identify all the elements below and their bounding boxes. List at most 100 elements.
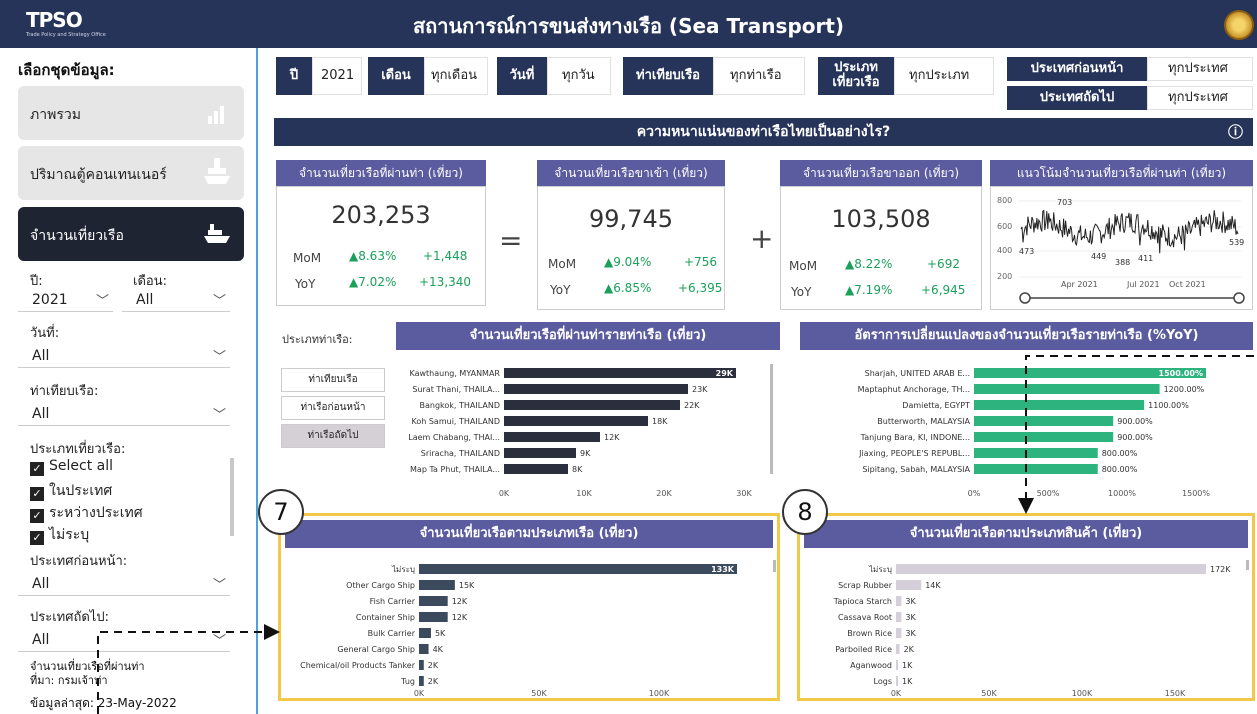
bar-category-label: Aganwood: [850, 661, 892, 670]
equals-sign: =: [499, 224, 523, 257]
next-country-dropdown[interactable]: All ﹀: [18, 628, 230, 652]
bar: [896, 596, 902, 606]
bar-category-label: Scrap Rubber: [838, 581, 893, 590]
nav-overview-button[interactable]: ภาพรวม: [18, 86, 244, 140]
month-dropdown[interactable]: All ﹀: [122, 288, 230, 312]
bar-value-label: 18K: [652, 417, 668, 426]
next-country-dropdown-value: All: [32, 632, 50, 648]
bar-value-label: 12K: [452, 613, 468, 622]
trend-annotation: 473: [1019, 247, 1034, 256]
x-tick-label: 150K: [1165, 689, 1186, 698]
bar-value-label: 3K: [905, 613, 916, 622]
year-dropdown[interactable]: 2021 ﹀: [18, 288, 113, 312]
trip-type-option-domestic[interactable]: ✓ ในประเทศ: [30, 480, 112, 502]
sidebar-heading: เลือกชุดข้อมูล:: [18, 61, 115, 79]
bar: [419, 644, 429, 654]
filter-port-value[interactable]: ทุกท่าเรือ: [713, 57, 805, 95]
kpi-total-card: 203,253 MoM ▲8.63% +1,448 YoY ▲7.02% +13…: [276, 186, 486, 306]
x-tick-label: 50K: [981, 689, 997, 698]
x-tick-label: 100K: [1072, 689, 1093, 698]
x-tick-label: 0K: [414, 689, 425, 698]
checkbox-checked-icon: ✓: [30, 509, 44, 523]
bar-category-label: Jiaxing, PEOPLE'S REPUBL...: [858, 449, 970, 458]
trend-card: 800 600 400 200 703 473 449 388 411 539 …: [990, 186, 1253, 310]
chart-cargo-type: ไม่ระบุ 172K Scrap Rubber 14K Tapioca Starch…: [833, 560, 1249, 698]
port-dropdown[interactable]: All ﹀: [18, 402, 230, 426]
chevron-down-icon: ﹀: [212, 634, 226, 649]
bar-category-label: Surat Thani, THAILA...: [412, 385, 500, 394]
trip-type-option-label: ไม่ระบุ: [49, 527, 90, 543]
bar-value-label: 5K: [435, 629, 446, 638]
nav-ship-trips-button[interactable]: จำนวนเที่ยวเรือ: [18, 207, 244, 261]
kpi-total-mom-pct: ▲8.63%: [349, 249, 397, 263]
trip-type-option-unspecified[interactable]: ✓ ไม่ระบุ: [30, 524, 89, 546]
annotation-badge-7: 7: [258, 489, 304, 535]
info-icon[interactable]: ⓘ: [1228, 118, 1243, 146]
bar-category-label: Bangkok, THAILAND: [420, 401, 501, 410]
checkbox-checked-icon: ✓: [30, 487, 44, 501]
bar: [896, 676, 898, 686]
chart-cargo-type-title: จำนวนเที่ยวเรือตามประเภทสินค้า (เที่ยว): [804, 520, 1248, 548]
filter-prev-country-value[interactable]: ทุกประเทศ: [1147, 57, 1253, 81]
trend-range-slider-end-handle[interactable]: [1233, 292, 1245, 304]
bar-category-label: Chemical/oil Products Tanker: [300, 661, 416, 670]
kpi-inbound-mom-abs: +756: [684, 255, 717, 269]
chevron-down-icon: ﹀: [212, 408, 226, 423]
filter-month-value[interactable]: ทุกเดือน: [424, 57, 488, 95]
bar: [419, 628, 431, 638]
trip-type-scrollbar[interactable]: [230, 458, 234, 536]
panel-ship-type: จำนวนเที่ยวเรือตามประเภทเรือ (เที่ยว) ไม…: [278, 513, 780, 701]
filter-prev-country-header: ประเทศก่อนหน้า: [1007, 57, 1147, 81]
kpi-yoy-label: YoY: [295, 277, 316, 291]
next-country-label: ประเทศถัดไป:: [30, 610, 109, 625]
nav-container-volume-button[interactable]: ปริมาณตู้คอนเทนเนอร์: [18, 146, 244, 200]
bar-category-label: Tapioca Starch: [833, 597, 892, 606]
port-label: ท่าเทียบเรือ:: [30, 384, 99, 399]
filter-trip-type-header-line2: เที่ยวเรือ: [832, 75, 880, 90]
filter-year-value[interactable]: 2021: [312, 57, 362, 95]
chart-scrollbar: [1246, 560, 1249, 570]
bar: [419, 612, 448, 622]
trend-range-slider-start-handle[interactable]: [1019, 292, 1031, 304]
bar-value-label: 1100.00%: [1148, 401, 1189, 410]
bar: [419, 580, 455, 590]
port-type-button-berth[interactable]: ท่าเทียบเรือ: [281, 368, 385, 392]
kpi-total-value: 203,253: [331, 201, 431, 229]
port-dropdown-value: All: [32, 406, 50, 422]
port-type-button-next[interactable]: ท่าเรือถัดไป: [281, 424, 385, 448]
x-tick-label: 500%: [1037, 489, 1060, 498]
panel-cargo-type: จำนวนเที่ยวเรือตามประเภทสินค้า (เที่ยว) …: [797, 513, 1255, 701]
kpi-outbound-yoy-abs: +6,945: [921, 283, 966, 297]
bar-category-label: Other Cargo Ship: [346, 581, 415, 590]
bar-value-label: 133K: [711, 565, 735, 574]
port-type-button-previous[interactable]: ท่าเรือก่อนหน้า: [281, 396, 385, 420]
chart-yoy-change: Sharjah, UNITED ARAB E... 1500.00% Maptaph…: [858, 368, 1210, 498]
chevron-down-icon: ﹀: [212, 350, 226, 365]
filter-day-value[interactable]: ทุกวัน: [547, 57, 611, 95]
filter-port-header: ท่าเทียบเรือ: [623, 57, 713, 95]
filter-trip-type-value[interactable]: ทุกประเภท: [894, 57, 994, 95]
bar-category-label: Cassava Root: [838, 613, 892, 622]
trip-type-option-label: Select all: [49, 458, 113, 474]
top-bar: TPSO Trade Policy and Strategy Office สถ…: [0, 0, 1257, 48]
prev-country-label: ประเทศก่อนหน้า:: [30, 554, 128, 569]
bar: [504, 432, 600, 442]
filter-year-header: ปี: [276, 57, 312, 95]
bar: [419, 564, 737, 574]
bar: [896, 644, 900, 654]
bar-category-label: ไม่ระบุ: [391, 565, 415, 574]
filter-next-country-value[interactable]: ทุกประเทศ: [1147, 86, 1253, 110]
ship-icon: [204, 224, 230, 243]
prev-country-dropdown[interactable]: All ﹀: [18, 572, 230, 596]
trip-type-option-all[interactable]: ✓ Select all: [30, 458, 113, 476]
bar-category-label: Tug: [400, 677, 415, 686]
bar-value-label: 900.00%: [1117, 433, 1153, 442]
trend-annotation: 449: [1091, 252, 1106, 261]
trip-type-option-international[interactable]: ✓ ระหว่างประเทศ: [30, 502, 143, 524]
bar-value-label: 2K: [904, 645, 915, 654]
chart-ship-type: ไม่ระบุ 133K Other Cargo Ship 15K Fish Carri…: [300, 560, 776, 698]
day-dropdown[interactable]: All ﹀: [18, 344, 230, 368]
kpi-inbound-mom-pct: ▲9.04%: [604, 255, 652, 269]
bar-category-label: Sriracha, THAILAND: [421, 449, 500, 458]
filter-next-country-header: ประเทศถัดไป: [1007, 86, 1147, 110]
